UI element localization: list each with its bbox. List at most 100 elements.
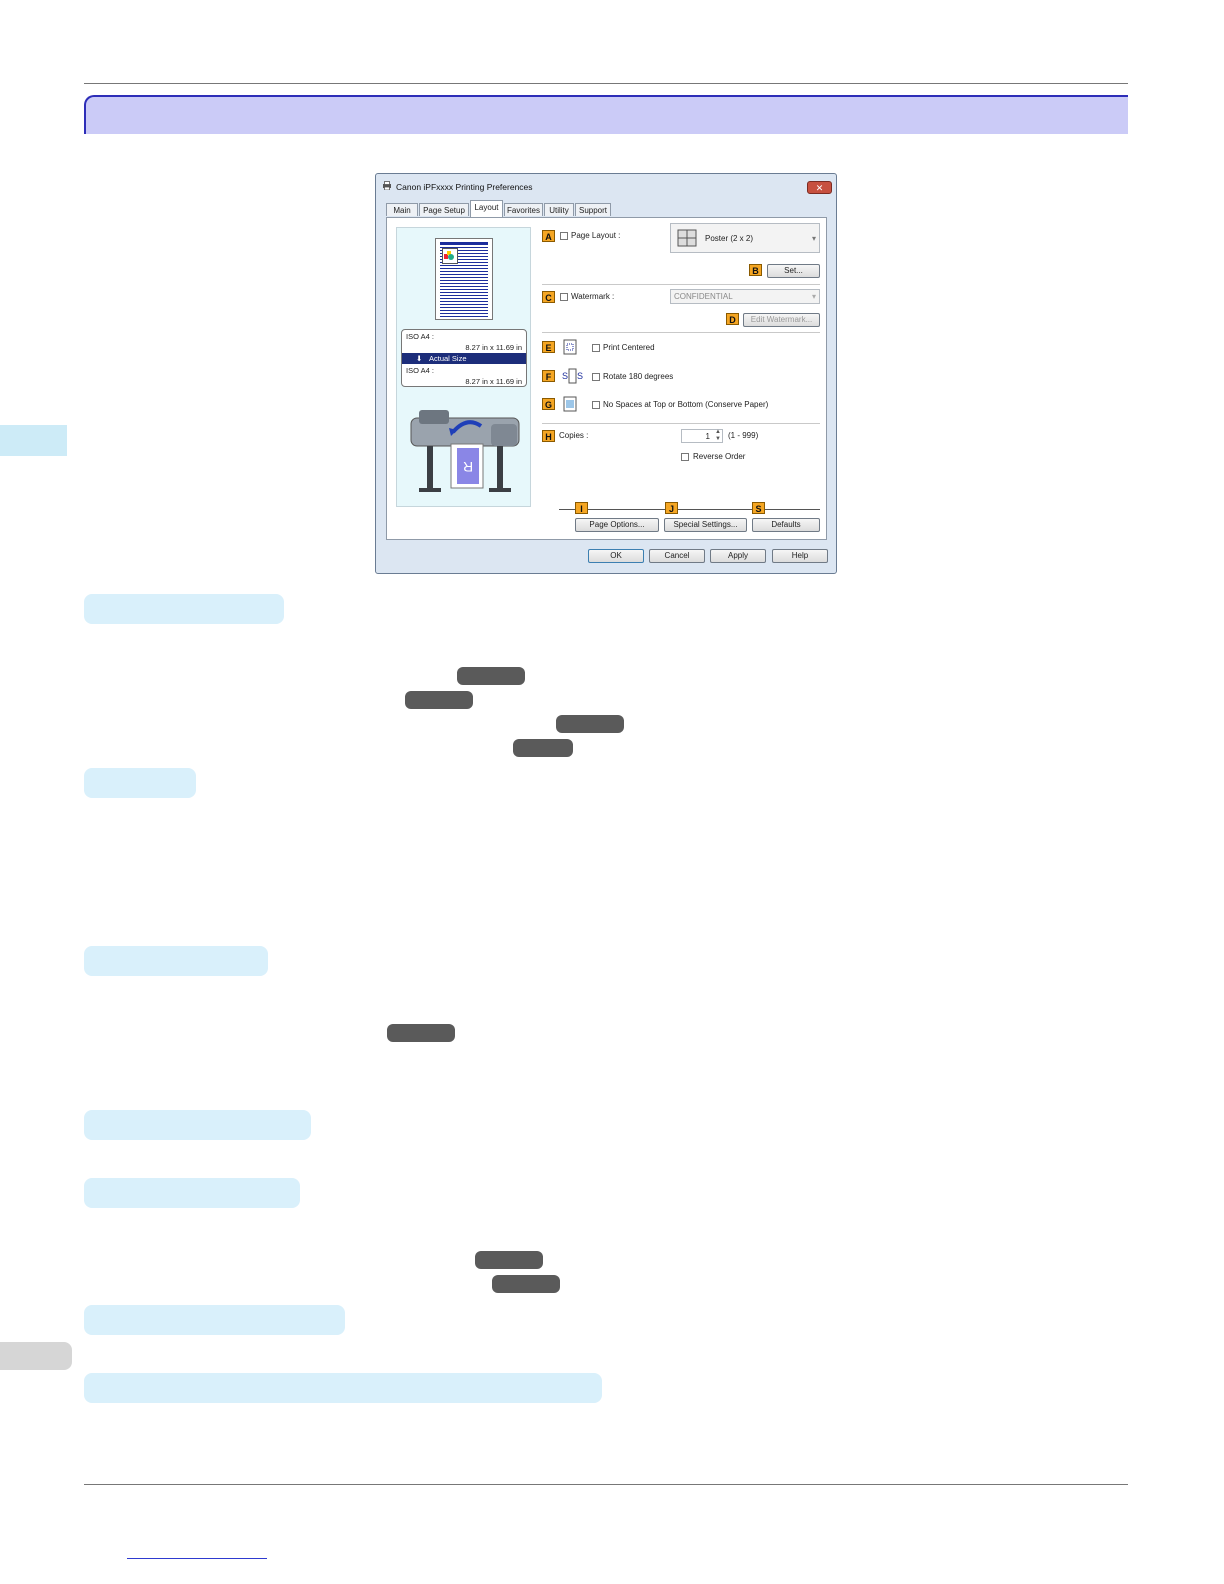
watermark-dropdown[interactable]: CONFIDENTIAL ▾ xyxy=(670,289,820,304)
stepper-down-icon[interactable]: ▼ xyxy=(715,436,721,442)
chapter-side-tab xyxy=(0,425,67,456)
scaling-mode: Actual Size xyxy=(429,354,467,363)
down-arrow-icon: ⬇ xyxy=(416,354,423,363)
watermark-value: CONFIDENTIAL xyxy=(674,292,733,301)
section-title-bar xyxy=(84,95,1128,134)
special-settings-button[interactable]: Special Settings... xyxy=(664,518,747,532)
image-icon xyxy=(444,251,454,260)
page-layout-value: Poster (2 x 2) xyxy=(705,234,754,243)
callout-f: F xyxy=(542,370,555,382)
apply-button[interactable]: Apply xyxy=(710,549,766,563)
section-heading xyxy=(84,1178,300,1208)
output-size-label: ISO A4 : xyxy=(406,366,434,375)
svg-text:S: S xyxy=(562,371,568,381)
tab-main[interactable]: Main xyxy=(386,203,418,216)
page-layout-checkbox[interactable] xyxy=(560,232,568,240)
close-button[interactable]: ✕ xyxy=(807,181,832,194)
no-spaces-checkbox[interactable] xyxy=(592,401,600,409)
svg-text:S: S xyxy=(577,371,583,381)
printer-icon xyxy=(383,181,391,190)
stepper-up-icon[interactable]: ▲ xyxy=(715,429,721,435)
tab-favorites[interactable]: Favorites xyxy=(504,203,543,216)
page-preview xyxy=(435,238,493,320)
footer-link-underline[interactable] xyxy=(127,1558,267,1559)
preview-pane: ISO A4 : 8.27 in x 11.69 in ⬇ Actual Siz… xyxy=(396,227,531,507)
page-layout-label: Page Layout : xyxy=(571,231,621,240)
reference-badge[interactable] xyxy=(475,1251,543,1269)
callout-c: C xyxy=(542,291,555,303)
callout-b: B xyxy=(749,264,762,276)
copies-value: 1 xyxy=(705,432,710,441)
copies-stepper[interactable]: 1 ▲ ▼ xyxy=(681,429,723,443)
page-preview-image xyxy=(442,248,458,264)
callout-d: D xyxy=(726,313,739,325)
section-heading xyxy=(84,1305,345,1335)
tab-utility[interactable]: Utility xyxy=(544,203,574,216)
callout-s: S xyxy=(752,502,765,514)
print-centered-checkbox[interactable] xyxy=(592,344,600,352)
copies-label: Copies : xyxy=(559,431,589,440)
section-heading xyxy=(84,1110,311,1140)
output-size-value: 8.27 in x 11.69 in xyxy=(465,377,522,386)
section-heading xyxy=(84,1373,602,1403)
reference-badge[interactable] xyxy=(492,1275,560,1293)
dropdown-arrow-icon: ▾ xyxy=(811,292,816,301)
size-info-box: ISO A4 : 8.27 in x 11.69 in ⬇ Actual Siz… xyxy=(401,329,527,387)
scaling-mode-row: ⬇ Actual Size xyxy=(402,353,526,364)
layout-panel: ISO A4 : 8.27 in x 11.69 in ⬇ Actual Siz… xyxy=(386,217,827,540)
svg-text:R: R xyxy=(463,459,473,475)
reverse-order-label: Reverse Order xyxy=(693,452,746,461)
page-options-button[interactable]: Page Options... xyxy=(575,518,659,532)
callout-h: H xyxy=(542,430,555,442)
reference-badge[interactable] xyxy=(387,1024,455,1042)
dialog-title: Canon iPFxxxx Printing Preferences xyxy=(396,182,533,192)
header-rule xyxy=(84,83,1128,84)
print-centered-icon xyxy=(563,339,577,355)
rotate-checkbox[interactable] xyxy=(592,373,600,381)
copies-range: (1 - 999) xyxy=(728,431,759,440)
tab-support[interactable]: Support xyxy=(575,203,611,216)
reference-badge[interactable] xyxy=(513,739,573,757)
section-heading xyxy=(84,946,268,976)
reverse-order-checkbox[interactable] xyxy=(681,453,689,461)
page-layout-dropdown[interactable]: Poster (2 x 2) ▾ xyxy=(670,223,820,253)
printing-preferences-dialog: Canon iPFxxxx Printing Preferences ✕ Mai… xyxy=(375,173,837,574)
cancel-button[interactable]: Cancel xyxy=(649,549,705,563)
conserve-paper-icon xyxy=(563,396,577,412)
no-spaces-label: No Spaces at Top or Bottom (Conserve Pap… xyxy=(603,400,769,409)
watermark-checkbox[interactable] xyxy=(560,293,568,301)
set-button[interactable]: Set... xyxy=(767,264,820,278)
rotate-label: Rotate 180 degrees xyxy=(603,372,674,381)
print-centered-label: Print Centered xyxy=(603,343,655,352)
tab-layout[interactable]: Layout xyxy=(470,200,503,217)
help-button[interactable]: Help xyxy=(772,549,828,563)
poster-layout-icon xyxy=(677,229,697,247)
footer-rule xyxy=(84,1484,1128,1485)
rotate-icon: SS xyxy=(562,368,583,384)
source-size-value: 8.27 in x 11.69 in xyxy=(465,343,522,352)
callout-a: A xyxy=(542,230,555,242)
section-heading xyxy=(84,768,196,798)
reference-badge[interactable] xyxy=(457,667,525,685)
separator xyxy=(559,509,820,510)
section-heading xyxy=(84,594,284,624)
separator xyxy=(542,332,820,333)
reference-badge[interactable] xyxy=(405,691,473,709)
dropdown-arrow-icon: ▾ xyxy=(811,234,816,243)
callout-i: I xyxy=(575,502,588,514)
callout-j: J xyxy=(665,502,678,514)
page-side-tab xyxy=(0,1342,72,1370)
defaults-button[interactable]: Defaults xyxy=(752,518,820,532)
tab-page-setup[interactable]: Page Setup xyxy=(419,203,469,216)
ok-button[interactable]: OK xyxy=(588,549,644,563)
callout-g: G xyxy=(542,398,555,410)
watermark-label: Watermark : xyxy=(571,292,615,301)
page-preview-header xyxy=(440,242,488,245)
separator xyxy=(542,284,820,285)
edit-watermark-button[interactable]: Edit Watermark... xyxy=(743,313,820,327)
reference-badge[interactable] xyxy=(556,715,624,733)
source-size-label: ISO A4 : xyxy=(406,332,434,341)
callout-e: E xyxy=(542,341,555,353)
printer-illustration: R xyxy=(410,410,520,492)
separator xyxy=(542,423,820,424)
